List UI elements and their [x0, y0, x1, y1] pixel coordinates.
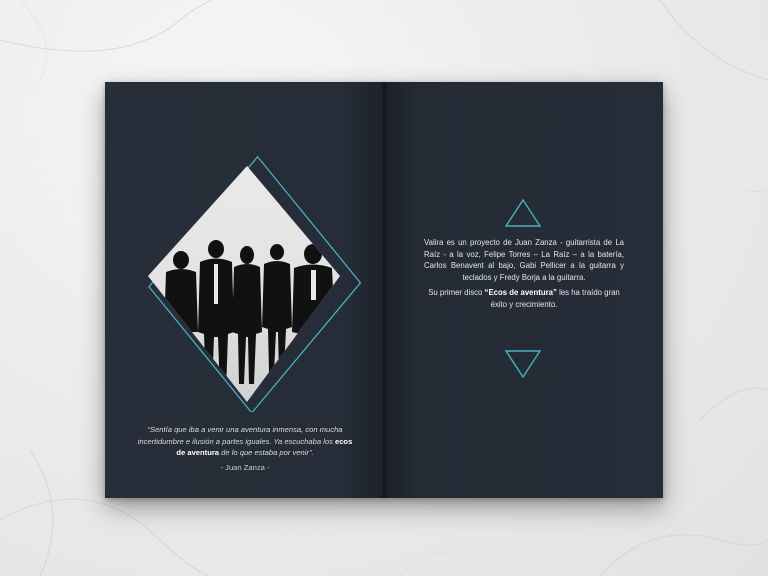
brochure-spine [381, 82, 387, 498]
band-quote: “Sentía que iba a venir una aventura inm… [135, 424, 355, 473]
bio-paragraph-2: Su primer disco “Ecos de aventura” les h… [424, 287, 624, 310]
triangle-down-icon [504, 350, 542, 379]
triangle-up-icon [504, 198, 542, 227]
quote-text-part1: “Sentía que iba a venir una aventura inm… [137, 425, 343, 446]
band-bio: Valira es un proyecto de Juan Zanza - gu… [424, 237, 624, 314]
diamond-photo [148, 155, 362, 414]
open-brochure: “Sentía que iba a venir una aventura inm… [105, 82, 663, 498]
quote-text-part2: de lo que estaba por venir”. [219, 448, 314, 457]
bio-paragraph-1: Valira es un proyecto de Juan Zanza - gu… [424, 238, 624, 282]
album-title: “Ecos de aventura” [484, 288, 557, 297]
bio-p2-before: Su primer disco [428, 288, 485, 297]
right-page: Valira es un proyecto de Juan Zanza - gu… [384, 82, 663, 498]
band-photo-frame [130, 122, 365, 414]
quote-author: - Juan Zanza - [220, 462, 270, 472]
left-page: “Sentía que iba a venir una aventura inm… [105, 82, 384, 498]
